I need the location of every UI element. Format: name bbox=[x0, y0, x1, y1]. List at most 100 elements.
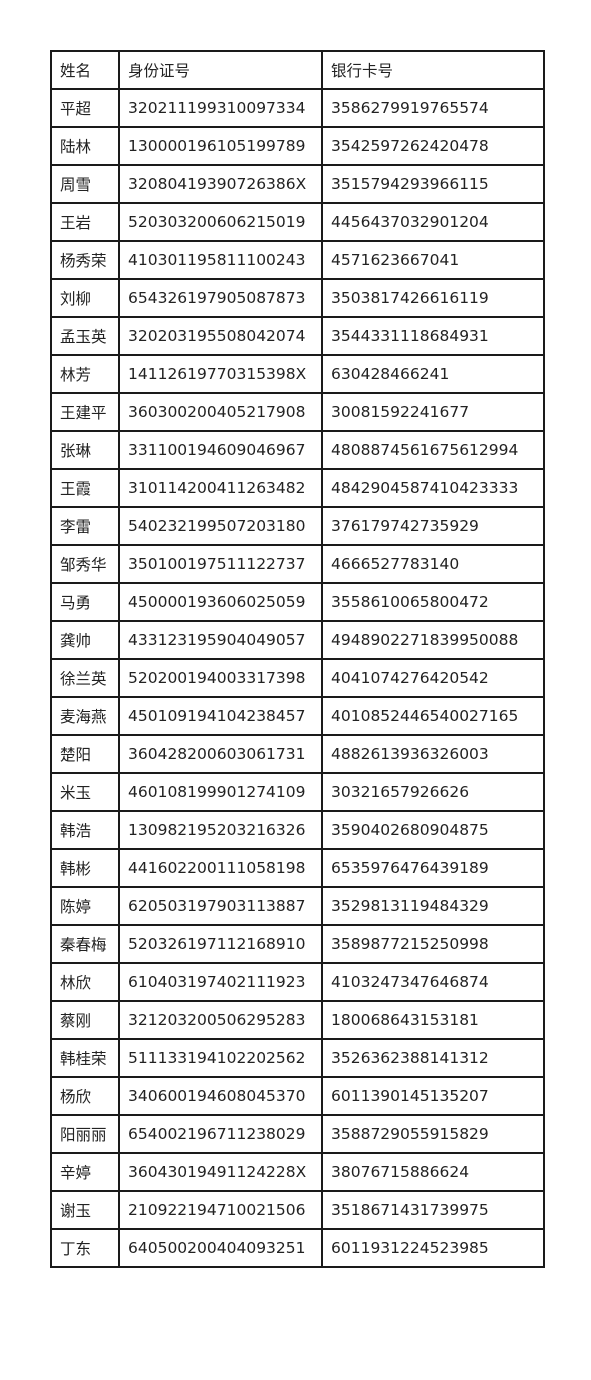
cell-name: 李雷 bbox=[50, 506, 120, 546]
table-row: 林欣 610403197402111923 4103247347646874 bbox=[50, 962, 545, 1002]
cell-bank-card: 3526362388141312 bbox=[321, 1038, 545, 1078]
cell-name: 林芳 bbox=[50, 354, 120, 394]
cell-id-number: 441602200111058198 bbox=[118, 848, 323, 888]
cell-id-number: 460108199901274109 bbox=[118, 772, 323, 812]
cell-id-number: 620503197903113887 bbox=[118, 886, 323, 926]
cell-name: 米玉 bbox=[50, 772, 120, 812]
cell-name: 徐兰英 bbox=[50, 658, 120, 698]
table-row: 王霞 310114200411263482 4842904587410423333 bbox=[50, 468, 545, 508]
cell-name: 韩彬 bbox=[50, 848, 120, 888]
cell-bank-card: 38076715886624 bbox=[321, 1152, 545, 1192]
table-row: 邹秀华 350100197511122737 4666527783140 bbox=[50, 544, 545, 584]
table-row: 韩浩 130982195203216326 3590402680904875 bbox=[50, 810, 545, 850]
cell-name: 阳丽丽 bbox=[50, 1114, 120, 1154]
cell-bank-card: 3529813119484329 bbox=[321, 886, 545, 926]
cell-name: 秦春梅 bbox=[50, 924, 120, 964]
cell-bank-card: 3503817426616119 bbox=[321, 278, 545, 318]
table-row: 阳丽丽 654002196711238029 3588729055915829 bbox=[50, 1114, 545, 1154]
table-row: 陈婷 620503197903113887 3529813119484329 bbox=[50, 886, 545, 926]
cell-id-number: 350100197511122737 bbox=[118, 544, 323, 584]
cell-id-number: 520303200606215019 bbox=[118, 202, 323, 242]
cell-id-number: 331100194609046967 bbox=[118, 430, 323, 470]
cell-bank-card: 3544331118684931 bbox=[321, 316, 545, 356]
table-row: 徐兰英 520200194003317398 4041074276420542 bbox=[50, 658, 545, 698]
cell-id-number: 450109194104238457 bbox=[118, 696, 323, 736]
cell-name: 孟玉英 bbox=[50, 316, 120, 356]
cell-id-number: 320211199310097334 bbox=[118, 88, 323, 128]
cell-bank-card: 4010852446540027165 bbox=[321, 696, 545, 736]
cell-bank-card: 3590402680904875 bbox=[321, 810, 545, 850]
header-row: 姓名 身份证号 银行卡号 bbox=[50, 50, 545, 90]
cell-bank-card: 4041074276420542 bbox=[321, 658, 545, 698]
table-row: 张琳 331100194609046967 4808874561675612994 bbox=[50, 430, 545, 470]
cell-bank-card: 4456437032901204 bbox=[321, 202, 545, 242]
table-row: 王岩 520303200606215019 4456437032901204 bbox=[50, 202, 545, 242]
cell-bank-card: 4808874561675612994 bbox=[321, 430, 545, 470]
cell-id-number: 540232199507203180 bbox=[118, 506, 323, 546]
cell-bank-card: 3586279919765574 bbox=[321, 88, 545, 128]
cell-bank-card: 4103247347646874 bbox=[321, 962, 545, 1002]
cell-id-number: 36043019491124228X bbox=[118, 1152, 323, 1192]
cell-bank-card: 180068643153181 bbox=[321, 1000, 545, 1040]
table-row: 平超 320211199310097334 3586279919765574 bbox=[50, 88, 545, 128]
cell-bank-card: 630428466241 bbox=[321, 354, 545, 394]
cell-bank-card: 30321657926626 bbox=[321, 772, 545, 812]
table-row: 谢玉 210922194710021506 3518671431739975 bbox=[50, 1190, 545, 1230]
table-row: 杨秀荣 410301195811100243 4571623667041 bbox=[50, 240, 545, 280]
table-row: 韩桂荣 511133194102202562 3526362388141312 bbox=[50, 1038, 545, 1078]
cell-name: 林欣 bbox=[50, 962, 120, 1002]
cell-bank-card: 3515794293966115 bbox=[321, 164, 545, 204]
cell-id-number: 410301195811100243 bbox=[118, 240, 323, 280]
table-row: 李雷 540232199507203180 376179742735929 bbox=[50, 506, 545, 546]
table-row: 刘柳 654326197905087873 3503817426616119 bbox=[50, 278, 545, 318]
header-bank-card: 银行卡号 bbox=[321, 50, 545, 90]
cell-name: 谢玉 bbox=[50, 1190, 120, 1230]
cell-name: 张琳 bbox=[50, 430, 120, 470]
table-row: 辛婷 36043019491124228X 38076715886624 bbox=[50, 1152, 545, 1192]
cell-bank-card: 4882613936326003 bbox=[321, 734, 545, 774]
table-row: 龚帅 433123195904049057 4948902271839950088 bbox=[50, 620, 545, 660]
cell-name: 杨欣 bbox=[50, 1076, 120, 1116]
cell-id-number: 130000196105199789 bbox=[118, 126, 323, 166]
cell-bank-card: 4571623667041 bbox=[321, 240, 545, 280]
cell-name: 韩浩 bbox=[50, 810, 120, 850]
cell-id-number: 14112619770315398X bbox=[118, 354, 323, 394]
table-row: 麦海燕 450109194104238457 4010852446540027165 bbox=[50, 696, 545, 736]
table-row: 韩彬 441602200111058198 6535976476439189 bbox=[50, 848, 545, 888]
cell-id-number: 610403197402111923 bbox=[118, 962, 323, 1002]
cell-id-number: 320203195508042074 bbox=[118, 316, 323, 356]
cell-id-number: 210922194710021506 bbox=[118, 1190, 323, 1230]
table-row: 丁东 640500200404093251 6011931224523985 bbox=[50, 1228, 545, 1268]
cell-bank-card: 4666527783140 bbox=[321, 544, 545, 584]
cell-name: 辛婷 bbox=[50, 1152, 120, 1192]
table-row: 林芳 14112619770315398X 630428466241 bbox=[50, 354, 545, 394]
cell-name: 韩桂荣 bbox=[50, 1038, 120, 1078]
cell-id-number: 310114200411263482 bbox=[118, 468, 323, 508]
cell-id-number: 340600194608045370 bbox=[118, 1076, 323, 1116]
cell-bank-card: 6011931224523985 bbox=[321, 1228, 545, 1268]
header-name: 姓名 bbox=[50, 50, 120, 90]
table-row: 米玉 460108199901274109 30321657926626 bbox=[50, 772, 545, 812]
table-row: 周雪 32080419390726386X 3515794293966115 bbox=[50, 164, 545, 204]
cell-id-number: 360300200405217908 bbox=[118, 392, 323, 432]
cell-bank-card: 6535976476439189 bbox=[321, 848, 545, 888]
cell-bank-card: 6011390145135207 bbox=[321, 1076, 545, 1116]
table-body: 平超 320211199310097334 3586279919765574 陆林 13… bbox=[50, 88, 545, 1268]
table-header: 姓名 身份证号 银行卡号 bbox=[50, 50, 545, 90]
cell-bank-card: 4948902271839950088 bbox=[321, 620, 545, 660]
cell-name: 麦海燕 bbox=[50, 696, 120, 736]
cell-bank-card: 30081592241677 bbox=[321, 392, 545, 432]
cell-name: 邹秀华 bbox=[50, 544, 120, 584]
table-row: 孟玉英 320203195508042074 3544331118684931 bbox=[50, 316, 545, 356]
cell-id-number: 520200194003317398 bbox=[118, 658, 323, 698]
cell-name: 楚阳 bbox=[50, 734, 120, 774]
cell-name: 周雪 bbox=[50, 164, 120, 204]
cell-bank-card: 3558610065800472 bbox=[321, 582, 545, 622]
cell-name: 龚帅 bbox=[50, 620, 120, 660]
table-row: 陆林 130000196105199789 3542597262420478 bbox=[50, 126, 545, 166]
cell-name: 丁东 bbox=[50, 1228, 120, 1268]
cell-id-number: 640500200404093251 bbox=[118, 1228, 323, 1268]
cell-bank-card: 3542597262420478 bbox=[321, 126, 545, 166]
cell-id-number: 130982195203216326 bbox=[118, 810, 323, 850]
table-row: 蔡刚 321203200506295283 180068643153181 bbox=[50, 1000, 545, 1040]
